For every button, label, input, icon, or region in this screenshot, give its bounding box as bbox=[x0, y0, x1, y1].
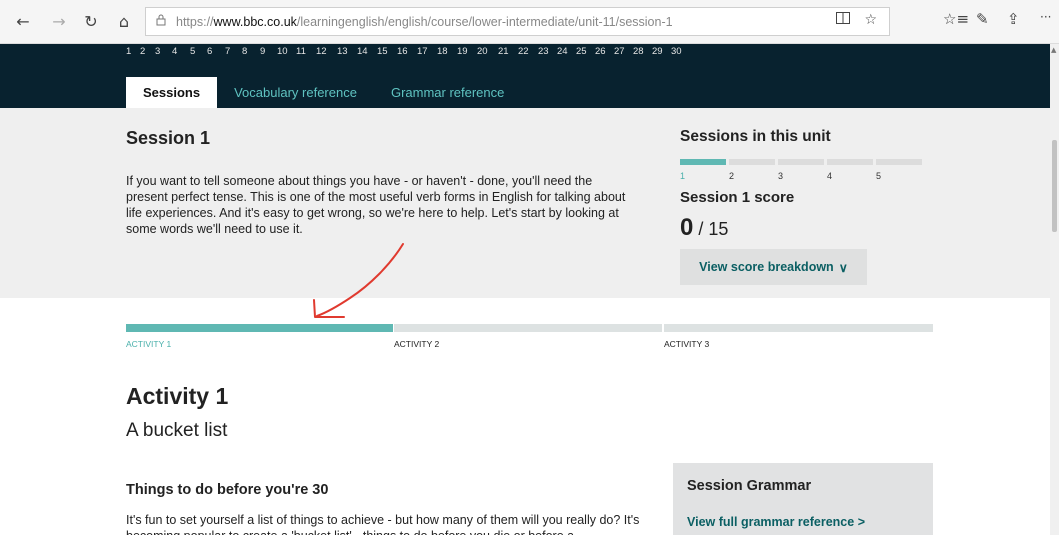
share-icon[interactable]: ⇪ bbox=[1007, 10, 1020, 28]
unit-link-17[interactable]: 17 bbox=[417, 46, 437, 57]
unit-link-24[interactable]: 24 bbox=[557, 46, 576, 57]
refresh-icon[interactable]: ↻ bbox=[80, 10, 102, 32]
tab-bar: Sessions Vocabulary reference Grammar re… bbox=[126, 77, 521, 108]
session-panel: Session 1 If you want to tell someone ab… bbox=[0, 108, 1050, 298]
browser-toolbar: ← → ↻ ⌂ https://www.bbc.co.uk/learningen… bbox=[0, 0, 1059, 44]
activity-title: Activity 1 bbox=[126, 383, 229, 409]
activity-link-1[interactable]: ACTIVITY 1 bbox=[126, 339, 171, 349]
session-segment bbox=[729, 159, 775, 165]
unit-link-21[interactable]: 21 bbox=[498, 46, 518, 57]
unit-link-2[interactable]: 2 bbox=[140, 46, 155, 57]
unit-link-25[interactable]: 25 bbox=[576, 46, 595, 57]
favorite-icon[interactable]: ☆ bbox=[864, 12, 877, 28]
activity-body-text: It's fun to set yourself a list of thing… bbox=[126, 513, 640, 535]
unit-link-29[interactable]: 29 bbox=[652, 46, 671, 57]
section-title: Things to do before you're 30 bbox=[126, 482, 329, 498]
unit-link-30[interactable]: 30 bbox=[671, 46, 689, 57]
session-link-3[interactable]: 3 bbox=[778, 171, 827, 181]
unit-link-10[interactable]: 10 bbox=[277, 46, 296, 57]
lock-icon bbox=[156, 14, 166, 29]
address-bar[interactable]: https://www.bbc.co.uk/learningenglish/en… bbox=[145, 7, 890, 36]
more-icon[interactable]: ··· bbox=[1040, 10, 1051, 24]
grammar-reference-link[interactable]: View full grammar reference > bbox=[687, 515, 865, 529]
activity-progress-3[interactable] bbox=[664, 324, 933, 332]
unit-link-4[interactable]: 4 bbox=[172, 46, 190, 57]
unit-link-28[interactable]: 28 bbox=[633, 46, 652, 57]
score-value: 0 bbox=[680, 214, 694, 241]
grammar-link-label: View full grammar reference bbox=[687, 515, 855, 529]
tab-grammar-reference[interactable]: Grammar reference bbox=[374, 77, 521, 108]
unit-link-3[interactable]: 3 bbox=[155, 46, 172, 57]
unit-link-27[interactable]: 27 bbox=[614, 46, 633, 57]
unit-link-13[interactable]: 13 bbox=[337, 46, 357, 57]
session-segment bbox=[827, 159, 873, 165]
scrollbar-thumb[interactable] bbox=[1052, 140, 1057, 232]
score-title: Session 1 score bbox=[680, 189, 795, 206]
session-segment bbox=[778, 159, 824, 165]
unit-link-1[interactable]: 1 bbox=[126, 46, 140, 57]
course-header: 1 2 3 4 5 6 7 8 9 10 11 12 13 14 15 16 17 18 19 20 21 22 23 24 2… bbox=[0, 44, 1050, 108]
unit-link-8[interactable]: 8 bbox=[242, 46, 260, 57]
session-segment bbox=[680, 159, 726, 165]
unit-link-19[interactable]: 19 bbox=[457, 46, 477, 57]
url-prefix: https:// bbox=[176, 14, 214, 29]
unit-link-22[interactable]: 22 bbox=[518, 46, 538, 57]
unit-link-23[interactable]: 23 bbox=[538, 46, 557, 57]
unit-link-20[interactable]: 20 bbox=[477, 46, 498, 57]
session-description: If you want to tell someone about things… bbox=[126, 174, 626, 236]
unit-link-9[interactable]: 9 bbox=[260, 46, 277, 57]
session-labels: 1 2 3 4 5 bbox=[680, 171, 925, 181]
view-score-breakdown-button[interactable]: View score breakdown ∨ bbox=[680, 249, 867, 285]
url-host: www.bbc.co.uk bbox=[213, 14, 297, 29]
session-link-4[interactable]: 4 bbox=[827, 171, 876, 181]
favorites-bar-icon[interactable]: ☆≡ bbox=[943, 10, 969, 28]
tab-sessions[interactable]: Sessions bbox=[126, 77, 218, 108]
unit-numbers: 1 2 3 4 5 6 7 8 9 10 11 12 13 14 15 16 17 18 19 20 21 22 23 24 2… bbox=[126, 44, 689, 58]
session-link-2[interactable]: 2 bbox=[729, 171, 778, 181]
unit-link-15[interactable]: 15 bbox=[377, 46, 397, 57]
chevron-right-icon: > bbox=[857, 515, 866, 529]
activity-subtitle: A bucket list bbox=[126, 420, 228, 441]
unit-link-26[interactable]: 26 bbox=[595, 46, 614, 57]
unit-link-11[interactable]: 11 bbox=[296, 46, 316, 57]
activity-link-2[interactable]: ACTIVITY 2 bbox=[394, 339, 439, 349]
session-grammar-panel: Session Grammar View full grammar refere… bbox=[673, 463, 933, 535]
home-icon[interactable]: ⌂ bbox=[113, 10, 135, 32]
unit-link-14[interactable]: 14 bbox=[357, 46, 377, 57]
score-total: / 15 bbox=[698, 219, 729, 239]
forward-icon[interactable]: → bbox=[48, 10, 70, 32]
session-segment bbox=[876, 159, 922, 165]
session-title: Session 1 bbox=[126, 128, 211, 148]
scroll-up-icon[interactable]: ▲ bbox=[1051, 46, 1056, 54]
annotation-arrow-icon bbox=[313, 243, 404, 318]
activity-progress-1[interactable] bbox=[126, 324, 393, 332]
sessions-in-unit-title: Sessions in this unit bbox=[680, 128, 831, 145]
url-path: /learningenglish/english/course/lower-in… bbox=[296, 14, 673, 29]
session-grammar-title: Session Grammar bbox=[687, 478, 812, 494]
back-icon[interactable]: ← bbox=[12, 10, 34, 32]
activity-progress-2[interactable] bbox=[394, 324, 662, 332]
chevron-down-icon: ∨ bbox=[838, 260, 848, 275]
sessions-progress bbox=[680, 159, 922, 165]
session-link-1[interactable]: 1 bbox=[680, 171, 729, 181]
unit-link-18[interactable]: 18 bbox=[437, 46, 457, 57]
tab-vocabulary-reference[interactable]: Vocabulary reference bbox=[217, 77, 374, 108]
unit-link-12[interactable]: 12 bbox=[316, 46, 337, 57]
unit-link-16[interactable]: 16 bbox=[397, 46, 417, 57]
session-link-5[interactable]: 5 bbox=[876, 171, 925, 181]
reading-view-icon[interactable] bbox=[836, 12, 851, 28]
unit-link-7[interactable]: 7 bbox=[225, 46, 242, 57]
breakdown-label: View score breakdown bbox=[699, 260, 834, 274]
activity-link-3[interactable]: ACTIVITY 3 bbox=[664, 339, 709, 349]
unit-link-6[interactable]: 6 bbox=[207, 46, 225, 57]
unit-link-5[interactable]: 5 bbox=[190, 46, 207, 57]
scrollbar-track[interactable] bbox=[1050, 44, 1059, 535]
score-display: 0 / 15 bbox=[680, 214, 728, 242]
notes-icon[interactable]: ✎ bbox=[976, 10, 989, 28]
